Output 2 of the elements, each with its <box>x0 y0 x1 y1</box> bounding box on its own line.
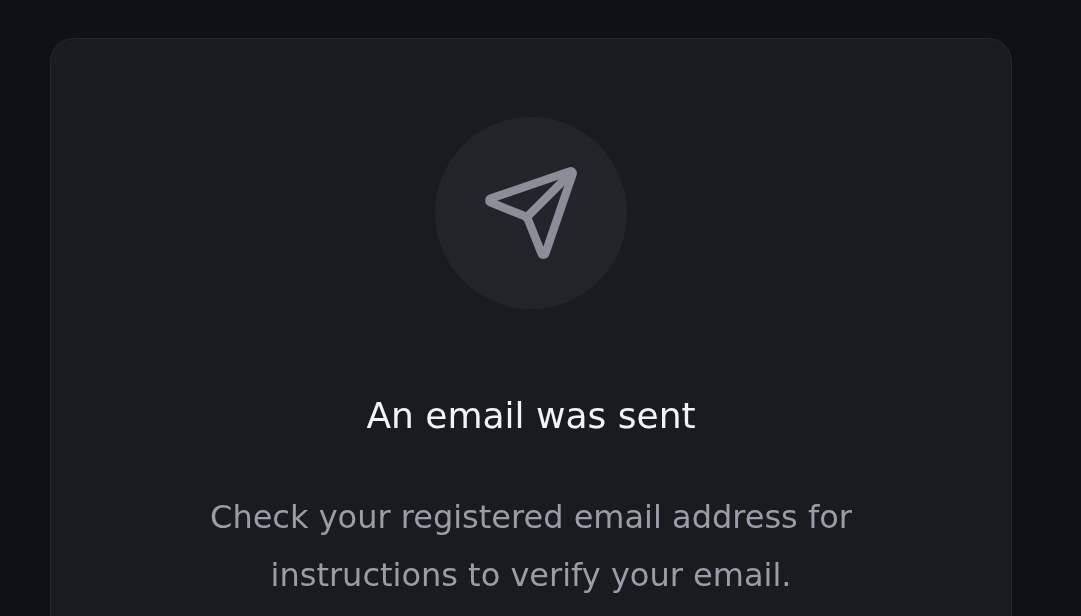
title: An email was sent <box>366 395 696 436</box>
message: Check your registered email address for instructions to verify your email. <box>209 497 853 596</box>
